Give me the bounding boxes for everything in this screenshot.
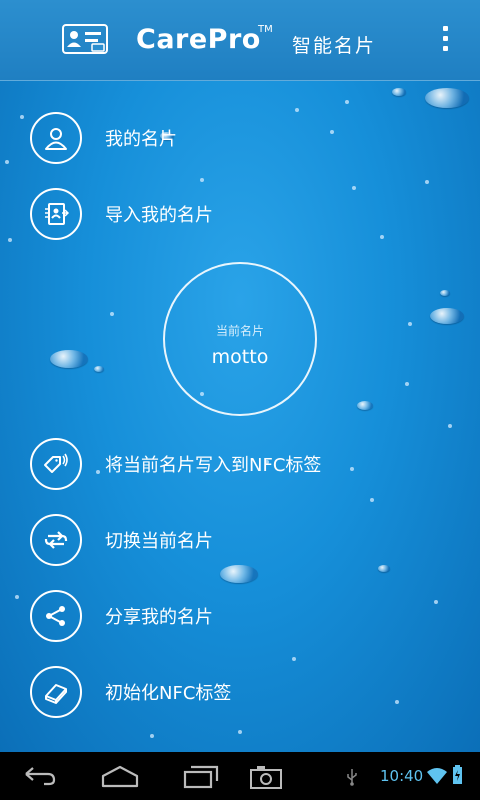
water-drop — [220, 565, 258, 583]
water-drop — [392, 88, 406, 96]
overflow-dot — [442, 46, 448, 51]
water-dot — [380, 235, 384, 239]
water-drop — [425, 88, 469, 108]
status-clock: 10:40 — [380, 767, 424, 785]
water-dot — [350, 467, 354, 471]
person-icon — [30, 112, 82, 164]
menu-label-write-nfc: 将当前名片写入到NFC标签 — [105, 455, 322, 476]
water-dot — [425, 180, 429, 184]
water-dot — [150, 734, 154, 738]
water-drop — [440, 290, 450, 296]
recent-apps-icon[interactable] — [182, 762, 220, 790]
brand-name: CarePro — [136, 24, 261, 55]
water-dot — [5, 160, 9, 164]
water-dot — [345, 100, 349, 104]
water-dot — [8, 238, 12, 242]
menu-item-switch-card[interactable]: 切换当前名片 — [30, 513, 213, 567]
wifi-icon — [427, 768, 447, 784]
water-drop — [50, 350, 88, 368]
water-dot — [238, 730, 242, 734]
battery-icon — [453, 765, 462, 784]
import-card-icon — [30, 188, 82, 240]
water-dot — [110, 312, 114, 316]
menu-label-my-card: 我的名片 — [105, 129, 177, 150]
menu-label-init-nfc: 初始化NFC标签 — [105, 683, 232, 704]
menu-item-share-card[interactable]: 分享我的名片 — [30, 589, 213, 643]
water-drop — [357, 401, 373, 410]
usb-icon — [347, 769, 357, 786]
water-drop — [430, 308, 464, 324]
back-icon[interactable] — [22, 762, 58, 790]
nfc-tag-icon — [30, 438, 82, 490]
menu-label-share-card: 分享我的名片 — [105, 607, 213, 628]
current-card-caption: 当前名片 — [215, 324, 264, 338]
overflow-dot — [442, 26, 448, 31]
overflow-dot — [442, 36, 448, 41]
home-icon[interactable] — [100, 762, 140, 790]
current-card-circle[interactable]: 当前名片 motto — [163, 262, 317, 416]
menu-item-init-nfc[interactable]: 初始化NFC标签 — [30, 665, 231, 719]
menu-label-switch-card: 切换当前名片 — [105, 531, 213, 552]
menu-item-write-nfc[interactable]: 将当前名片写入到NFC标签 — [30, 437, 321, 491]
menu-item-my-card[interactable]: 我的名片 — [30, 111, 177, 165]
water-dot — [200, 178, 204, 182]
current-card-name: motto — [211, 346, 269, 368]
water-dot — [408, 322, 412, 326]
water-dot — [405, 382, 409, 386]
share-icon — [30, 590, 82, 642]
water-dot — [370, 498, 374, 502]
app-title: 智能名片 — [292, 35, 377, 57]
menu-item-import-card[interactable]: 导入我的名片 — [30, 187, 213, 241]
water-dot — [20, 115, 24, 119]
business-card-icon[interactable] — [62, 24, 108, 54]
water-dot — [352, 186, 356, 190]
water-drop — [94, 366, 104, 372]
overflow-menu-button[interactable] — [436, 26, 454, 54]
eraser-icon — [30, 666, 82, 718]
water-dot — [448, 424, 452, 428]
water-dot — [295, 108, 299, 112]
switch-icon — [30, 514, 82, 566]
trademark-symbol: TM — [258, 24, 273, 35]
screenshot-icon[interactable] — [248, 762, 284, 790]
water-dot — [15, 595, 19, 599]
water-dot — [330, 130, 334, 134]
water-drop — [378, 565, 390, 572]
system-nav-bar: 10:40 — [0, 752, 480, 800]
water-dot — [434, 600, 438, 604]
water-dot — [292, 657, 296, 661]
water-dot — [395, 700, 399, 704]
action-bar: CarePro TM 智能名片 — [0, 0, 480, 81]
menu-label-import-card: 导入我的名片 — [105, 205, 213, 226]
